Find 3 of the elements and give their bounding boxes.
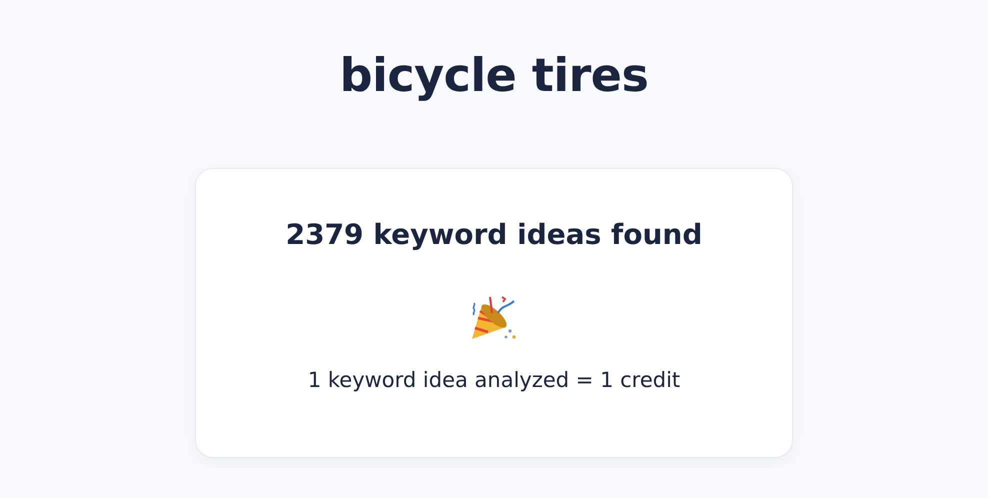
- results-heading: 2379 keyword ideas found: [286, 217, 702, 253]
- page-title: bicycle tires: [340, 47, 648, 104]
- credit-note: 1 keyword idea analyzed = 1 credit: [308, 367, 680, 394]
